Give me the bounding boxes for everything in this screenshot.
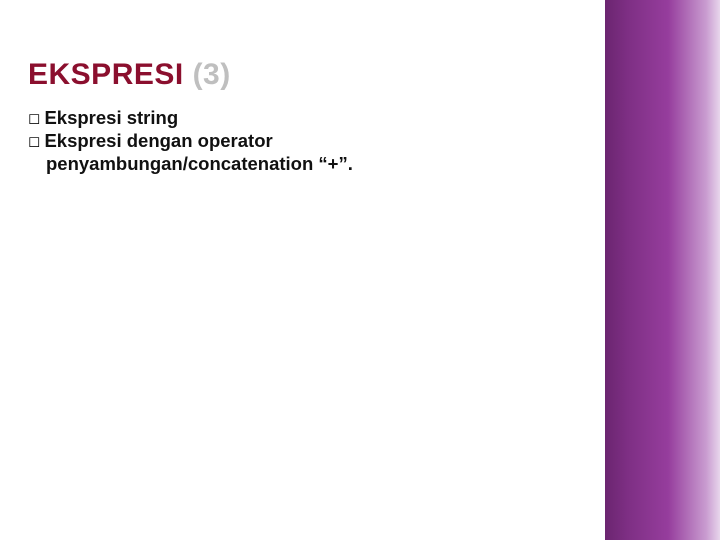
decorative-sidebar — [605, 0, 720, 540]
square-bullet-icon: ◻ — [28, 133, 40, 152]
list-item: ◻Ekspresi string — [28, 106, 577, 129]
slide-title: EKSPRESI (3) — [28, 58, 577, 92]
bullet-list: ◻Ekspresi string ◻Ekspresi dengan operat… — [28, 106, 577, 175]
bullet-bold: Ekspresi — [44, 107, 121, 128]
title-paren: (3) — [193, 58, 231, 91]
bullet-continuation: penyambungan/concatenation “+”. — [28, 152, 577, 175]
slide-content: EKSPRESI (3) ◻Ekspresi string ◻Ekspresi … — [0, 0, 605, 540]
bullet-rest: dengan operator — [127, 130, 273, 151]
title-main: EKSPRESI — [28, 58, 184, 91]
list-item: ◻Ekspresi dengan operator — [28, 129, 577, 152]
bullet-rest: string — [127, 107, 178, 128]
square-bullet-icon: ◻ — [28, 110, 40, 129]
bullet-bold: Ekspresi — [44, 130, 121, 151]
